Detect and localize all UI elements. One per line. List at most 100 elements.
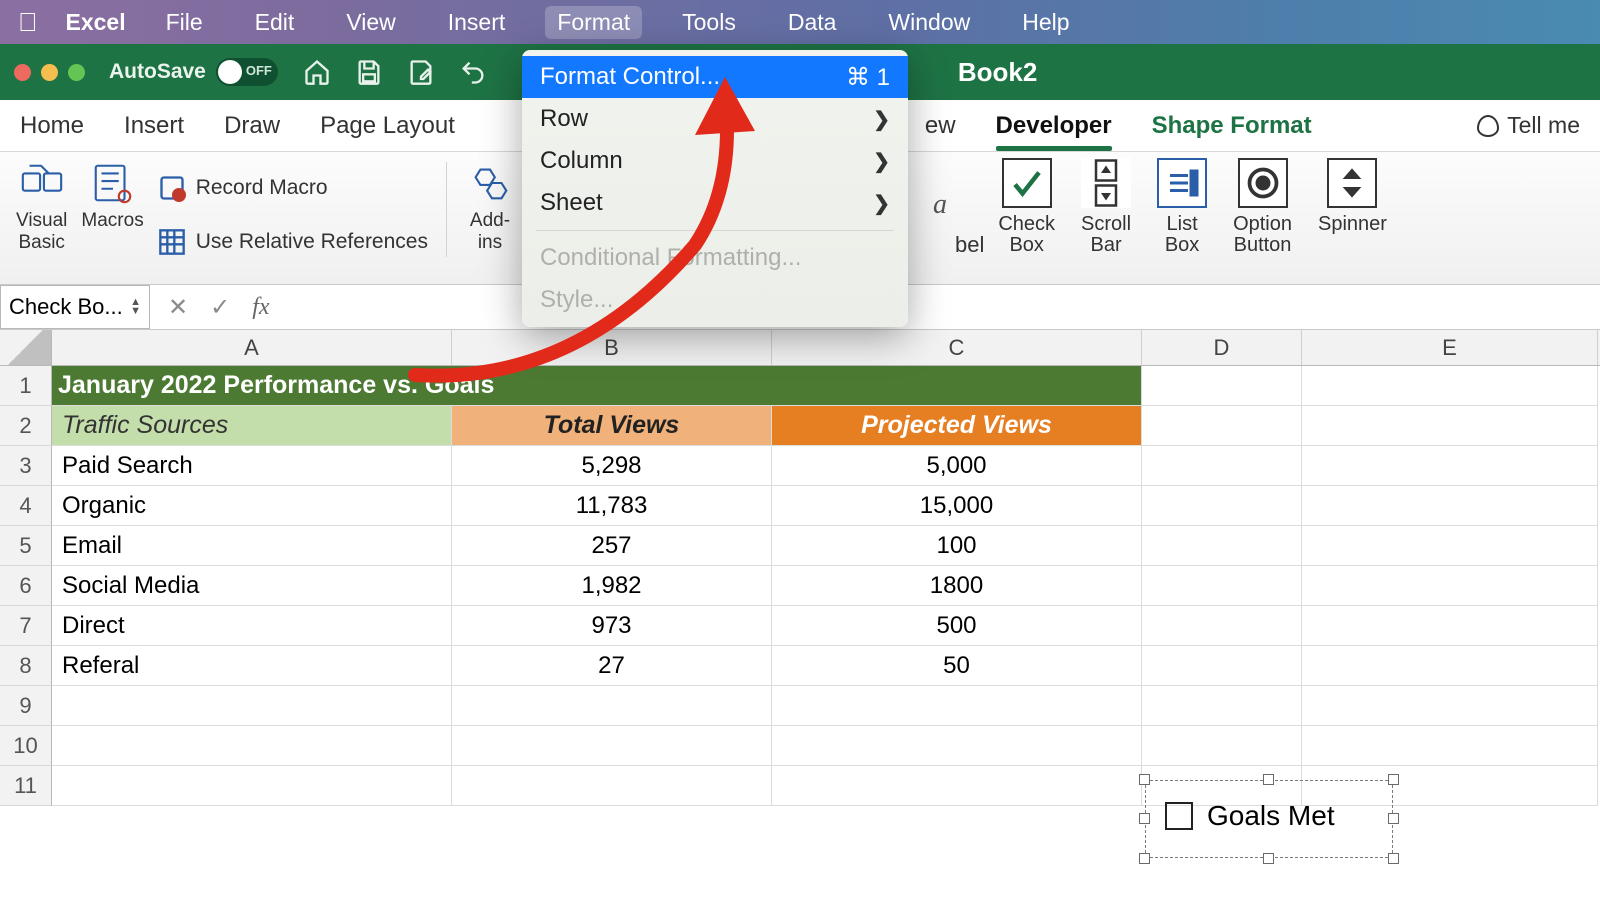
name-box-stepper-icon[interactable]: ▲▼ <box>130 298 141 316</box>
cell[interactable] <box>1302 646 1598 686</box>
cell[interactable]: 5,298 <box>452 446 772 486</box>
autosave-toggle[interactable]: OFF <box>216 58 278 86</box>
col-header-e[interactable]: E <box>1302 330 1598 365</box>
cell-header-c[interactable]: Projected Views <box>772 406 1142 446</box>
fx-icon[interactable]: fx <box>252 294 269 321</box>
tab-developer[interactable]: Developer <box>996 112 1112 140</box>
resize-handle[interactable] <box>1139 813 1150 824</box>
cell[interactable] <box>1142 726 1302 766</box>
tab-insert[interactable]: Insert <box>124 112 184 140</box>
cell[interactable]: 500 <box>772 606 1142 646</box>
cell[interactable]: 27 <box>452 646 772 686</box>
cell[interactable] <box>1302 606 1598 646</box>
cell[interactable] <box>1142 606 1302 646</box>
cell[interactable]: Social Media <box>52 566 452 606</box>
row-header[interactable]: 11 <box>0 766 52 806</box>
menu-file[interactable]: File <box>154 6 215 39</box>
close-window-icon[interactable] <box>14 64 31 81</box>
cell-header-a[interactable]: Traffic Sources <box>52 406 452 446</box>
row-header[interactable]: 10 <box>0 726 52 766</box>
cell[interactable] <box>452 686 772 726</box>
menu-window[interactable]: Window <box>876 6 982 39</box>
col-header-a[interactable]: A <box>52 330 452 365</box>
cell[interactable]: 15,000 <box>772 486 1142 526</box>
cell[interactable]: 100 <box>772 526 1142 566</box>
macros-button[interactable]: Macros <box>81 158 143 232</box>
formula-input[interactable] <box>288 285 1600 329</box>
tab-shape-format[interactable]: Shape Format <box>1152 112 1312 140</box>
menu-item-row[interactable]: Row❯ <box>522 98 908 140</box>
tell-me[interactable]: Tell me <box>1477 112 1580 139</box>
save-as-icon[interactable] <box>406 57 436 87</box>
cell[interactable] <box>1302 566 1598 606</box>
cell[interactable] <box>1142 686 1302 726</box>
row-header[interactable]: 3 <box>0 446 52 486</box>
cell-header-b[interactable]: Total Views <box>452 406 772 446</box>
cell[interactable] <box>1142 486 1302 526</box>
app-name[interactable]: Excel <box>66 9 126 36</box>
cell[interactable] <box>52 766 452 806</box>
cell[interactable] <box>1142 566 1302 606</box>
cell[interactable] <box>1302 486 1598 526</box>
menu-help[interactable]: Help <box>1010 6 1081 39</box>
cell[interactable]: Referal <box>52 646 452 686</box>
cell[interactable] <box>1302 686 1598 726</box>
cell[interactable]: 257 <box>452 526 772 566</box>
row-header[interactable]: 1 <box>0 366 52 406</box>
cell[interactable]: 5,000 <box>772 446 1142 486</box>
menu-item-column[interactable]: Column❯ <box>522 140 908 182</box>
menu-tools[interactable]: Tools <box>670 6 748 39</box>
visual-basic-button[interactable]: Visual Basic <box>16 158 67 254</box>
menu-view[interactable]: View <box>334 6 407 39</box>
cell[interactable]: 1,982 <box>452 566 772 606</box>
record-macro-button[interactable]: Record Macro <box>158 168 428 208</box>
cell[interactable]: Direct <box>52 606 452 646</box>
use-relative-refs-button[interactable]: Use Relative References <box>158 222 428 262</box>
cell[interactable]: Paid Search <box>52 446 452 486</box>
resize-handle[interactable] <box>1139 853 1150 864</box>
enter-formula-icon[interactable]: ✓ <box>210 293 230 322</box>
cell[interactable]: Email <box>52 526 452 566</box>
cell[interactable] <box>772 766 1142 806</box>
cell[interactable]: Organic <box>52 486 452 526</box>
cell[interactable] <box>1302 726 1598 766</box>
menu-format[interactable]: Format <box>545 6 642 39</box>
apple-icon[interactable]:  <box>18 7 38 38</box>
menu-insert[interactable]: Insert <box>436 6 518 39</box>
col-header-c[interactable]: C <box>772 330 1142 365</box>
cell[interactable] <box>52 726 452 766</box>
resize-handle[interactable] <box>1263 774 1274 785</box>
addins-button[interactable]: Add- ins <box>465 158 515 281</box>
row-header[interactable]: 7 <box>0 606 52 646</box>
tab-partial[interactable]: ew <box>925 112 956 140</box>
resize-handle[interactable] <box>1388 774 1399 785</box>
tab-home[interactable]: Home <box>20 112 84 140</box>
spinner-control-button[interactable]: Spinner <box>1318 158 1387 235</box>
row-header[interactable]: 2 <box>0 406 52 446</box>
cell[interactable] <box>1142 366 1302 406</box>
row-header[interactable]: 8 <box>0 646 52 686</box>
resize-handle[interactable] <box>1139 774 1150 785</box>
row-header[interactable]: 5 <box>0 526 52 566</box>
minimize-window-icon[interactable] <box>41 64 58 81</box>
menu-item-format-control[interactable]: Format Control... ⌘ 1 <box>522 56 908 98</box>
cell[interactable] <box>1142 526 1302 566</box>
zoom-window-icon[interactable] <box>68 64 85 81</box>
menu-data[interactable]: Data <box>776 6 849 39</box>
cell[interactable]: 1800 <box>772 566 1142 606</box>
col-header-d[interactable]: D <box>1142 330 1302 365</box>
checkbox-icon[interactable] <box>1165 802 1193 830</box>
row-header[interactable]: 4 <box>0 486 52 526</box>
row-header[interactable]: 6 <box>0 566 52 606</box>
menu-edit[interactable]: Edit <box>243 6 307 39</box>
cell[interactable] <box>1142 406 1302 446</box>
resize-handle[interactable] <box>1388 813 1399 824</box>
cell[interactable] <box>772 686 1142 726</box>
checkbox-form-control[interactable]: Goals Met <box>1145 780 1393 858</box>
option-button-control[interactable]: Option Button <box>1233 158 1292 256</box>
scrollbar-control-button[interactable]: Scroll Bar <box>1081 158 1131 256</box>
undo-icon[interactable] <box>458 57 488 87</box>
cell[interactable] <box>1302 526 1598 566</box>
cell[interactable] <box>1302 406 1598 446</box>
resize-handle[interactable] <box>1263 853 1274 864</box>
